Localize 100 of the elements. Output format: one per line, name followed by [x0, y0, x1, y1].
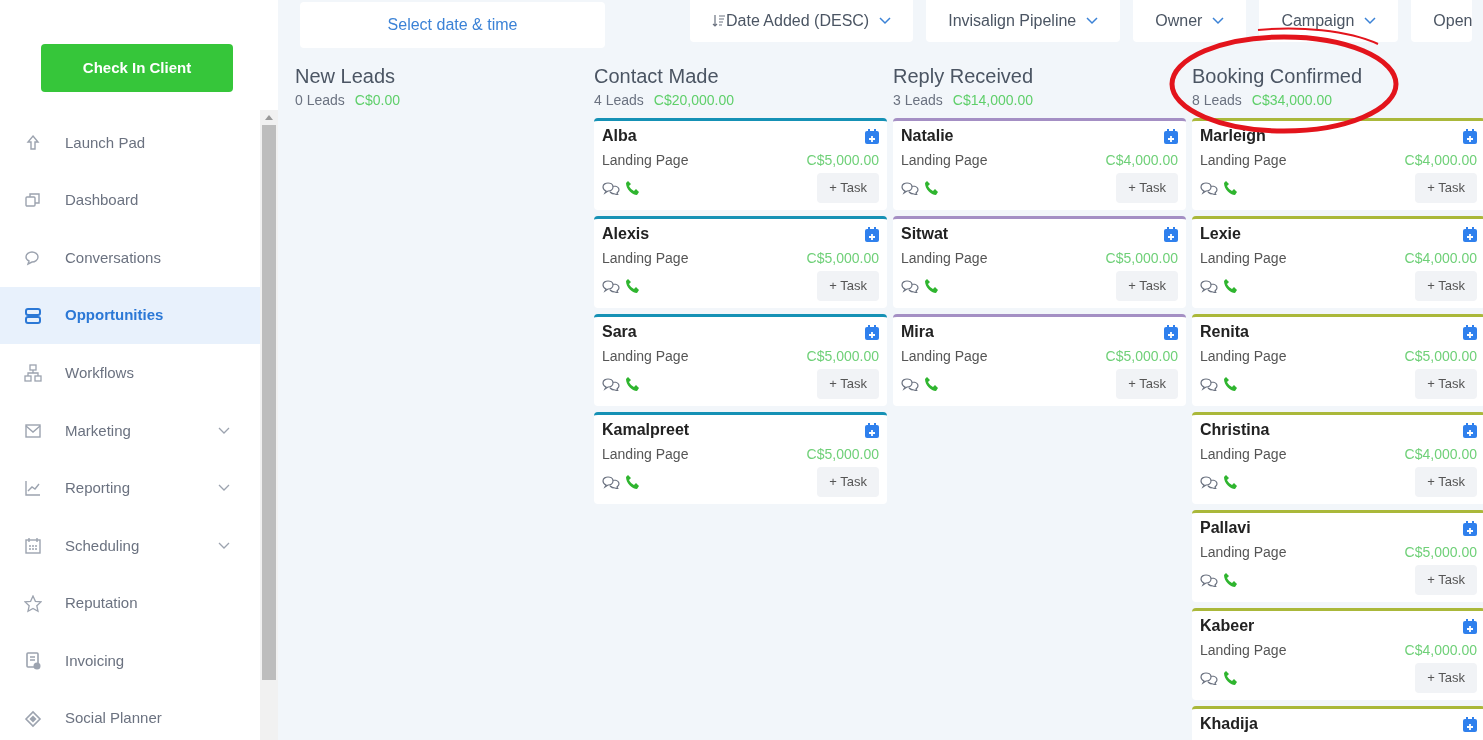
stage-title: Booking Confirmed: [1192, 64, 1364, 88]
calendar-add-icon[interactable]: [1463, 226, 1477, 242]
phone-icon: [1223, 278, 1239, 294]
filter-dropdown[interactable]: Owner: [1133, 0, 1247, 42]
lead-source: Landing Page: [1200, 542, 1287, 562]
deal-value: C$4,000.00: [1404, 248, 1477, 268]
phone-icon: [924, 180, 940, 196]
filter-dropdown[interactable]: Campaign: [1259, 0, 1399, 42]
calendar-add-icon[interactable]: [865, 422, 879, 438]
calendar-add-icon[interactable]: [1463, 324, 1477, 340]
calendar-add-icon[interactable]: [865, 324, 879, 340]
opportunity-card[interactable]: Pallavi Landing Page C$5,000.00 + Task: [1192, 510, 1483, 602]
sidebar-item[interactable]: Scheduling: [0, 517, 260, 575]
arrow-up-icon: [24, 133, 42, 152]
tag-icon: [24, 709, 42, 728]
add-task-button[interactable]: + Task: [1116, 369, 1178, 399]
stage-title: Reply Received: [893, 64, 1035, 88]
date-field[interactable]: Select date & time: [300, 2, 605, 48]
add-task-button[interactable]: + Task: [1415, 369, 1477, 399]
calendar-add-icon[interactable]: [865, 128, 879, 144]
star-icon: [24, 594, 42, 613]
calendar-add-icon[interactable]: [1164, 128, 1178, 144]
deal-value: C$5,000.00: [806, 248, 879, 268]
chevron-down-icon: [1364, 17, 1377, 25]
contact-name: Lexie: [1200, 224, 1241, 244]
add-task-button[interactable]: + Task: [1415, 565, 1477, 595]
opportunity-card[interactable]: Alba Landing Page C$5,000.00 + Task: [594, 118, 887, 210]
sidebar-item[interactable]: Workflows: [0, 344, 260, 402]
chevron-down-icon: [1086, 17, 1099, 25]
add-task-button[interactable]: + Task: [817, 369, 879, 399]
calendar-add-icon[interactable]: [1463, 422, 1477, 438]
opportunity-card[interactable]: Alexis Landing Page C$5,000.00 + Task: [594, 216, 887, 308]
contact-name: Mira: [901, 322, 934, 342]
stage-total: C$34,000.00: [1251, 91, 1332, 110]
deal-value: C$5,000.00: [806, 150, 879, 170]
opportunity-card[interactable]: Kamalpreet Landing Page C$5,000.00 + Task: [594, 412, 887, 504]
opportunity-card[interactable]: Christina Landing Page C$4,000.00 + Task: [1192, 412, 1483, 504]
add-task-button[interactable]: + Task: [817, 467, 879, 497]
opportunity-card[interactable]: Lexie Landing Page C$4,000.00 + Task: [1192, 216, 1483, 308]
lead-source: Landing Page: [901, 248, 988, 268]
filter-dropdown[interactable]: Date Added (DESC): [690, 0, 914, 42]
add-task-button[interactable]: + Task: [1415, 271, 1477, 301]
lead-source: Landing Page: [1200, 640, 1287, 660]
opportunity-card[interactable]: Marleigh Landing Page C$4,000.00 + Task: [1192, 118, 1483, 210]
opportunity-card[interactable]: Natalie Landing Page C$4,000.00 + Task: [893, 118, 1186, 210]
lead-source: Landing Page: [602, 150, 689, 170]
sidebar-item[interactable]: Opportunities: [0, 286, 260, 345]
sidebar-item[interactable]: Reputation: [0, 574, 260, 633]
calendar-add-icon[interactable]: [865, 226, 879, 242]
calendar-add-icon[interactable]: [1164, 226, 1178, 242]
lead-source: Landing Page: [1200, 346, 1287, 366]
add-task-button[interactable]: + Task: [1116, 271, 1178, 301]
add-task-button[interactable]: + Task: [1415, 173, 1477, 203]
sidebar-item[interactable]: Reporting: [0, 459, 260, 518]
calendar-add-icon[interactable]: [1164, 324, 1178, 340]
opportunity-card[interactable]: Khadija: [1192, 706, 1483, 740]
phone-icon: [1223, 180, 1239, 196]
scroll-up-icon[interactable]: [265, 115, 273, 120]
sidebar-item[interactable]: Marketing: [0, 401, 260, 460]
lead-source: Landing Page: [901, 346, 988, 366]
lead-source: Landing Page: [1200, 150, 1287, 170]
deal-value: C$5,000.00: [1105, 346, 1178, 366]
deal-value: C$4,000.00: [1404, 150, 1477, 170]
chat-icon: [901, 181, 919, 195]
scrollbar[interactable]: [260, 110, 278, 740]
filter-dropdown[interactable]: Invisalign Pipeline: [926, 0, 1121, 42]
opportunity-card[interactable]: Renita Landing Page C$5,000.00 + Task: [1192, 314, 1483, 406]
calendar-add-icon[interactable]: [1463, 618, 1477, 634]
deal-value: C$5,000.00: [1105, 248, 1178, 268]
phone-icon: [625, 180, 641, 196]
calendar-add-icon[interactable]: [1463, 128, 1477, 144]
chat-icon: [602, 377, 620, 391]
contact-name: Natalie: [901, 126, 954, 146]
contact-name: Alba: [602, 126, 637, 146]
chat-icon: [1200, 279, 1218, 293]
add-task-button[interactable]: + Task: [817, 271, 879, 301]
add-task-button[interactable]: + Task: [1116, 173, 1178, 203]
chat-icon: [1200, 573, 1218, 587]
sidebar-item[interactable]: Conversations: [0, 229, 260, 287]
sidebar-item[interactable]: Invoicing: [0, 632, 260, 690]
opportunity-card[interactable]: Kabeer Landing Page C$4,000.00 + Task: [1192, 608, 1483, 700]
chat-icon: [901, 377, 919, 391]
opportunity-card[interactable]: Mira Landing Page C$5,000.00 + Task: [893, 314, 1186, 406]
lead-count: 4 Leads: [594, 91, 644, 110]
opportunity-card[interactable]: Sitwat Landing Page C$5,000.00 + Task: [893, 216, 1186, 308]
calendar-add-icon[interactable]: [1463, 716, 1477, 732]
calendar-add-icon[interactable]: [1463, 520, 1477, 536]
add-task-button[interactable]: + Task: [1415, 663, 1477, 693]
phone-icon: [1223, 474, 1239, 490]
add-task-button[interactable]: + Task: [817, 173, 879, 203]
stage-total: C$0.00: [354, 91, 400, 110]
chat-icon: [901, 279, 919, 293]
lead-source: Landing Page: [602, 444, 689, 464]
sidebar-item[interactable]: Dashboard: [0, 171, 260, 230]
add-task-button[interactable]: + Task: [1415, 467, 1477, 497]
sidebar-item[interactable]: Social Planner: [0, 689, 260, 740]
filter-dropdown[interactable]: Open: [1411, 0, 1473, 42]
opportunity-card[interactable]: Sara Landing Page C$5,000.00 + Task: [594, 314, 887, 406]
sidebar-item[interactable]: Launch Pad: [0, 114, 260, 172]
chat-icon: [1200, 475, 1218, 489]
